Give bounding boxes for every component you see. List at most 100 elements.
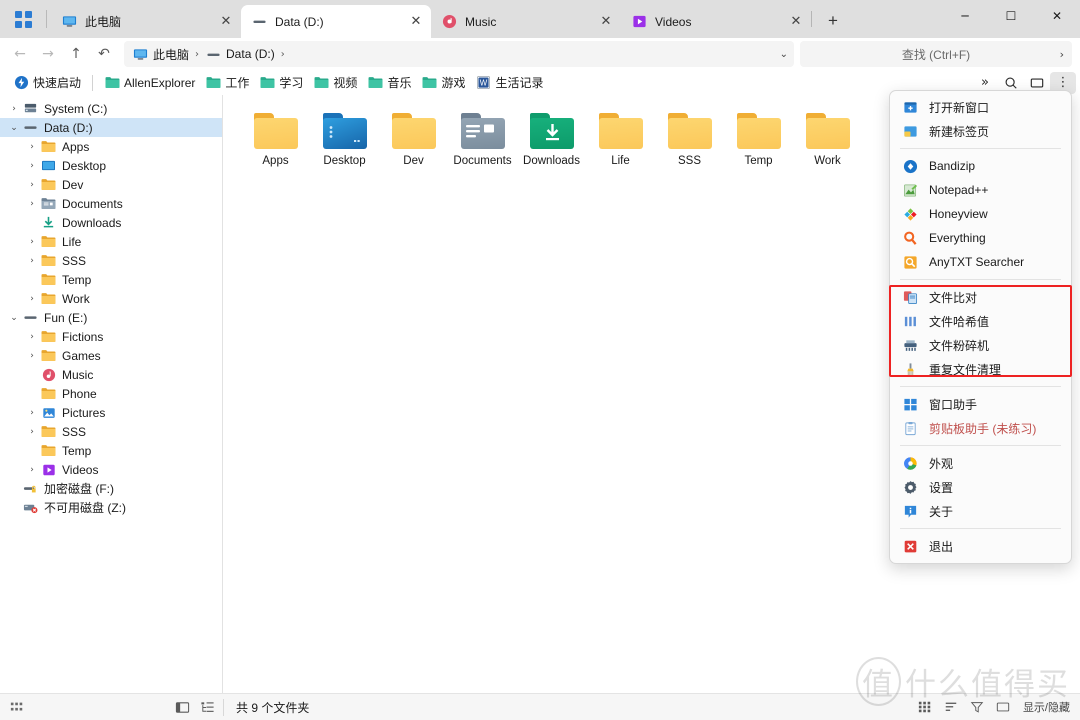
file-item-dev[interactable]: Dev [379, 109, 448, 167]
menu-item-duplicate-cleaner[interactable]: 重复文件清理 [890, 357, 1071, 381]
breadcrumb-item-this-pc[interactable]: 此电脑 [132, 46, 189, 63]
back-button[interactable]: ← [6, 41, 34, 67]
file-item-desktop[interactable]: Desktop [310, 109, 379, 167]
file-item-work[interactable]: Work [793, 109, 862, 167]
new-tab-button[interactable]: + [818, 6, 848, 36]
bookmark-quick-launch[interactable]: 快速启动 [8, 72, 86, 93]
breadcrumb[interactable]: 此电脑 › Data (D:) › ⌄ [124, 41, 794, 67]
tab-data-d[interactable]: Data (D:) ✕ [241, 5, 431, 38]
sidebar-item-life[interactable]: › Life [0, 232, 222, 251]
file-item-life[interactable]: Life [586, 109, 655, 167]
file-item-downloads[interactable]: Downloads [517, 109, 586, 167]
chevron-right-icon[interactable]: › [24, 351, 40, 361]
menu-item-clipboard-assistant[interactable]: 剪贴板助手 (未练习) [890, 416, 1071, 440]
tab-this-pc[interactable]: 此电脑 ✕ [51, 5, 241, 38]
chevron-right-icon[interactable]: › [24, 256, 40, 266]
chevron-right-icon[interactable]: › [24, 180, 40, 190]
chevron-right-icon[interactable]: › [24, 199, 40, 209]
menu-item-file-compare[interactable]: 文件比对 [890, 285, 1071, 309]
menu-item-honeyview[interactable]: Honeyview [890, 202, 1071, 226]
app-grid-button[interactable] [0, 0, 46, 38]
chevron-right-icon[interactable]: › [24, 427, 40, 437]
sidebar-item-fictions[interactable]: › Fictions [0, 327, 222, 346]
sidebar-item-pictures[interactable]: › Pictures [0, 403, 222, 422]
bookmark-video[interactable]: 视频 [308, 72, 362, 93]
file-item-apps[interactable]: Apps [241, 109, 310, 167]
chevron-down-icon[interactable]: ⌄ [6, 123, 22, 133]
chevron-right-icon[interactable]: › [24, 332, 40, 342]
chevron-right-icon[interactable]: › [1060, 48, 1064, 61]
bookmark-life-record[interactable]: W 生活记录 [470, 72, 548, 93]
sidebar-item-unavailable-drive-z[interactable]: 不可用磁盘 (Z:) [0, 498, 222, 517]
menu-item-open-new-window[interactable]: 打开新窗口 [890, 95, 1071, 119]
sidebar-item-videos[interactable]: › Videos [0, 460, 222, 479]
bookmark-study[interactable]: 学习 [254, 72, 308, 93]
sidebar-item-downloads[interactable]: Downloads [0, 213, 222, 232]
up-button[interactable]: ↑ [62, 41, 90, 67]
sidebar-item-work[interactable]: › Work [0, 289, 222, 308]
details-pane-icon[interactable] [995, 699, 1011, 715]
sidebar-item-sss-d[interactable]: › SSS [0, 251, 222, 270]
menu-item-file-shredder[interactable]: 文件粉碎机 [890, 333, 1071, 357]
close-button[interactable]: ✕ [1034, 0, 1080, 32]
file-item-temp[interactable]: Temp [724, 109, 793, 167]
tree-view-icon[interactable] [200, 700, 215, 715]
tab-close-button[interactable]: ✕ [215, 11, 237, 33]
menu-item-anytxt-searcher[interactable]: AnyTXT Searcher [890, 250, 1071, 274]
search-input[interactable]: 查找 (Ctrl+F) › [800, 41, 1072, 67]
chevron-right-icon[interactable]: › [24, 237, 40, 247]
minimize-button[interactable]: ─ [942, 0, 988, 32]
menu-item-window-assistant[interactable]: 窗口助手 [890, 392, 1071, 416]
bookmark-allenexplorer[interactable]: AllenExplorer [99, 73, 200, 93]
bookmark-games[interactable]: 游戏 [416, 72, 470, 93]
sidebar-item-fun-e[interactable]: ⌄ Fun (E:) [0, 308, 222, 327]
breadcrumb-item-data-d[interactable]: Data (D:) [205, 46, 275, 62]
chevron-down-icon[interactable]: ⌄ [780, 41, 788, 67]
file-item-sss[interactable]: SSS [655, 109, 724, 167]
menu-item-new-tab[interactable]: 新建标签页 [890, 119, 1071, 143]
sidebar-item-documents[interactable]: › Documents [0, 194, 222, 213]
filter-icon[interactable] [969, 699, 985, 715]
file-item-documents[interactable]: Documents [448, 109, 517, 167]
tab-close-button[interactable]: ✕ [595, 11, 617, 33]
sidebar-item-games[interactable]: › Games [0, 346, 222, 365]
tab-close-button[interactable]: ✕ [405, 11, 427, 33]
menu-item-about[interactable]: 关于 [890, 499, 1071, 523]
sidebar-item-apps[interactable]: › Apps [0, 137, 222, 156]
sidebar-item-temp-d[interactable]: Temp [0, 270, 222, 289]
chevron-right-icon[interactable]: › [24, 408, 40, 418]
menu-item-notepadpp[interactable]: Notepad++ [890, 178, 1071, 202]
app-context-menu[interactable]: 打开新窗口 新建标签页 Bandizip Notepad++ Honeyview… [889, 90, 1072, 564]
sidebar-item-desktop[interactable]: › Desktop [0, 156, 222, 175]
menu-item-bandizip[interactable]: Bandizip [890, 154, 1071, 178]
menu-item-exit[interactable]: 退出 [890, 534, 1071, 558]
sidebar-item-dev[interactable]: › Dev [0, 175, 222, 194]
forward-button[interactable]: → [34, 41, 62, 67]
menu-item-settings[interactable]: 设置 [890, 475, 1071, 499]
menu-item-file-hash[interactable]: 文件哈希值 [890, 309, 1071, 333]
chevron-down-icon[interactable]: ⌄ [6, 313, 22, 323]
show-hide-toggle[interactable]: 显示/隐藏 [1023, 699, 1070, 715]
sidebar-item-system-c[interactable]: › System (C:) [0, 99, 222, 118]
chevron-right-icon[interactable]: › [24, 161, 40, 171]
collapse-panel-icon[interactable] [175, 700, 190, 715]
sort-icon[interactable] [943, 699, 959, 715]
sidebar-item-encrypted-drive-f[interactable]: 加密磁盘 (F:) [0, 479, 222, 498]
tab-videos[interactable]: Videos ✕ [621, 5, 811, 38]
sidebar-item-temp-e[interactable]: Temp [0, 441, 222, 460]
sidebar-item-sss-e[interactable]: › SSS [0, 422, 222, 441]
chevron-right-icon[interactable]: › [24, 465, 40, 475]
maximize-button[interactable]: ☐ [988, 0, 1034, 32]
menu-item-appearance[interactable]: 外观 [890, 451, 1071, 475]
bookmark-music[interactable]: 音乐 [362, 72, 416, 93]
bookmark-work[interactable]: 工作 [200, 72, 254, 93]
refresh-button[interactable]: ↶ [90, 41, 118, 67]
chevron-right-icon[interactable]: › [6, 104, 22, 114]
sidebar-item-music[interactable]: Music [0, 365, 222, 384]
tab-music[interactable]: Music ✕ [431, 5, 621, 38]
grid-view-icon[interactable] [917, 699, 933, 715]
menu-item-everything[interactable]: Everything [890, 226, 1071, 250]
sidebar-item-phone[interactable]: Phone [0, 384, 222, 403]
chevron-right-icon[interactable]: › [24, 142, 40, 152]
chevron-right-icon[interactable]: › [24, 294, 40, 304]
